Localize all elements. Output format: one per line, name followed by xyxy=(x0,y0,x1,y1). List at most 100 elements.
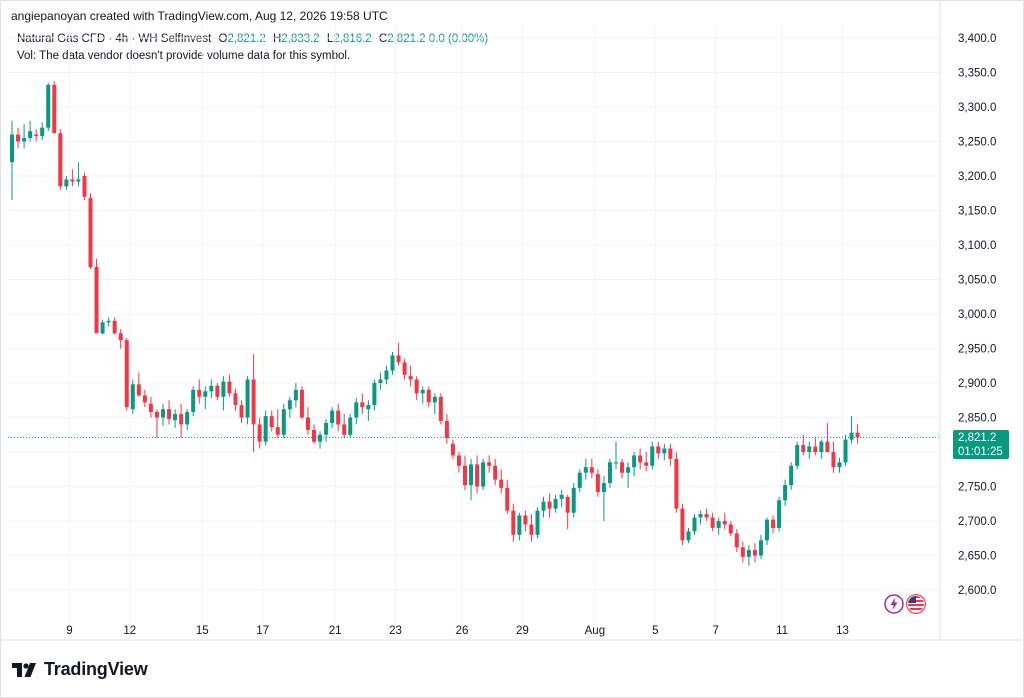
candle xyxy=(312,424,316,444)
y-tick-label: 3,050.0 xyxy=(958,275,996,287)
candle-body xyxy=(173,414,178,421)
candle-body xyxy=(426,389,431,403)
x-tick-label: Aug xyxy=(585,625,605,637)
candle-body xyxy=(710,517,715,528)
y-tick-label: 2,750.0 xyxy=(958,482,996,494)
candle-body xyxy=(179,414,184,425)
candle xyxy=(493,458,498,486)
candle xyxy=(245,376,250,425)
candle-body xyxy=(668,448,673,459)
candle xyxy=(680,503,685,546)
candle-body xyxy=(88,198,93,268)
candle-body xyxy=(565,496,570,513)
y-tick-label: 3,350.0 xyxy=(958,68,996,80)
candle xyxy=(529,514,534,542)
candle xyxy=(783,479,788,506)
candle-body xyxy=(771,519,776,528)
candle xyxy=(94,258,99,334)
y-tick-label: 3,250.0 xyxy=(958,137,996,149)
candle-body xyxy=(70,179,75,182)
candle-body xyxy=(10,134,14,163)
candle-body xyxy=(444,420,449,439)
x-tick-label: 9 xyxy=(66,625,72,637)
candle-body xyxy=(674,458,679,509)
x-tick-label: 13 xyxy=(836,625,849,637)
candles xyxy=(10,80,860,566)
candle-body xyxy=(692,517,697,532)
candle-body xyxy=(16,134,21,142)
candle xyxy=(849,416,854,444)
candle-body xyxy=(142,395,147,403)
candle-body xyxy=(758,540,763,556)
lightning-badge-icon[interactable] xyxy=(884,594,904,614)
candle xyxy=(601,476,606,521)
candle xyxy=(692,514,697,535)
candle xyxy=(740,541,745,563)
candle xyxy=(330,407,335,428)
candle-body xyxy=(46,84,51,128)
candle xyxy=(614,441,618,470)
candle xyxy=(607,458,612,488)
candle xyxy=(414,376,419,401)
candle xyxy=(28,120,33,142)
candle-body xyxy=(118,333,123,341)
x-tick-label: 21 xyxy=(329,625,342,637)
candle xyxy=(813,436,818,456)
us-flag-badge-icon[interactable] xyxy=(906,594,926,614)
y-tick-label: 3,000.0 xyxy=(958,309,996,321)
candle-body xyxy=(299,389,304,418)
candle-body xyxy=(130,384,135,410)
candle xyxy=(777,496,782,532)
candle-body xyxy=(487,462,492,466)
candle xyxy=(305,407,310,435)
candle xyxy=(704,508,709,521)
candle xyxy=(426,386,431,408)
candle xyxy=(215,383,220,401)
candle xyxy=(100,319,105,335)
candle xyxy=(148,396,153,418)
candlestick-chart[interactable]: 3,400.0 3,350.0 3,300.0 3,250.0 3,200.0 3,150… xyxy=(0,0,1024,698)
candle xyxy=(789,462,794,490)
y-tick-label: 2,900.0 xyxy=(958,378,996,390)
candle xyxy=(16,127,21,149)
candle-body xyxy=(154,411,159,418)
y-tick-label: 2,600.0 xyxy=(958,585,996,597)
candle xyxy=(257,417,262,449)
candle-body xyxy=(583,467,588,473)
candle xyxy=(716,517,721,535)
candle xyxy=(722,512,727,530)
candle-body xyxy=(499,479,504,488)
candle-body xyxy=(825,441,830,452)
candle xyxy=(438,393,443,425)
candle xyxy=(10,120,14,201)
candle xyxy=(559,489,564,508)
candle xyxy=(281,403,286,439)
candle xyxy=(589,458,594,479)
candle-body xyxy=(64,179,69,187)
candle xyxy=(577,469,582,493)
candle xyxy=(795,441,800,470)
candle xyxy=(396,342,401,366)
candle-body xyxy=(336,410,341,425)
candle-body xyxy=(136,384,141,396)
candle xyxy=(227,374,232,397)
candle xyxy=(179,403,184,439)
candle-body xyxy=(475,464,480,487)
candle-body xyxy=(402,362,407,375)
candle xyxy=(855,424,860,444)
candle-body xyxy=(511,510,516,535)
candle xyxy=(185,409,190,430)
x-tick-label: 29 xyxy=(516,625,529,637)
candle-body xyxy=(626,467,631,473)
candle-body xyxy=(414,379,419,394)
candle-body xyxy=(547,501,552,509)
candle-body xyxy=(777,500,782,528)
candle-body xyxy=(203,391,208,397)
candle-body xyxy=(740,547,745,557)
candle xyxy=(372,379,377,411)
candle xyxy=(142,389,147,408)
event-badges xyxy=(884,594,926,614)
candle xyxy=(686,527,691,544)
tradingview-brand[interactable]: TradingView xyxy=(12,659,148,680)
candle-body xyxy=(469,464,474,486)
